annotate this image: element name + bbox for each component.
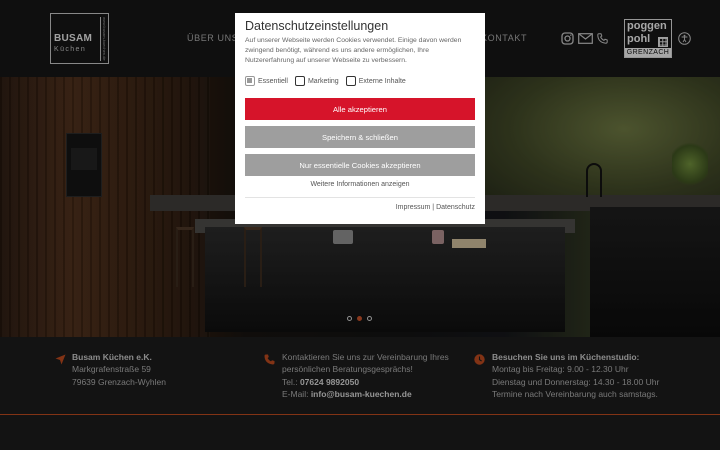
dialog-divider: [245, 197, 475, 198]
save-and-close-button[interactable]: Speichern & schließen: [245, 126, 475, 148]
option-label: Essentiell: [258, 77, 288, 85]
externe-inhalte-checkbox[interactable]: [345, 76, 356, 86]
cookie-options: Essentiell Marketing Externe Inhalte: [245, 76, 406, 86]
option-label: Marketing: [307, 77, 339, 85]
accept-essential-button[interactable]: Nur essentielle Cookies akzeptieren: [245, 154, 475, 176]
option-marketing[interactable]: Marketing: [294, 76, 339, 86]
dialog-text: Auf unserer Webseite werden Cookies verw…: [245, 37, 462, 64]
dialog-title: Datenschutzeinstellungen: [245, 19, 389, 33]
datenschutz-link[interactable]: Datenschutz: [436, 204, 475, 211]
option-label: Externe Inhalte: [358, 77, 406, 85]
accept-all-button[interactable]: Alle akzeptieren: [245, 98, 475, 120]
impressum-link[interactable]: Impressum: [396, 204, 431, 211]
marketing-checkbox[interactable]: [294, 76, 305, 86]
cookie-consent-dialog: Datenschutzeinstellungen Auf unserer Web…: [235, 13, 485, 224]
essentiell-checkbox[interactable]: [245, 76, 255, 86]
option-externe-inhalte[interactable]: Externe Inhalte: [345, 76, 406, 86]
footer-separator: |: [432, 204, 435, 211]
more-information-link[interactable]: Weitere Informationen anzeigen: [235, 181, 485, 188]
option-essentiell[interactable]: Essentiell: [245, 76, 288, 86]
dialog-footer-links: Impressum | Datenschutz: [396, 204, 475, 211]
